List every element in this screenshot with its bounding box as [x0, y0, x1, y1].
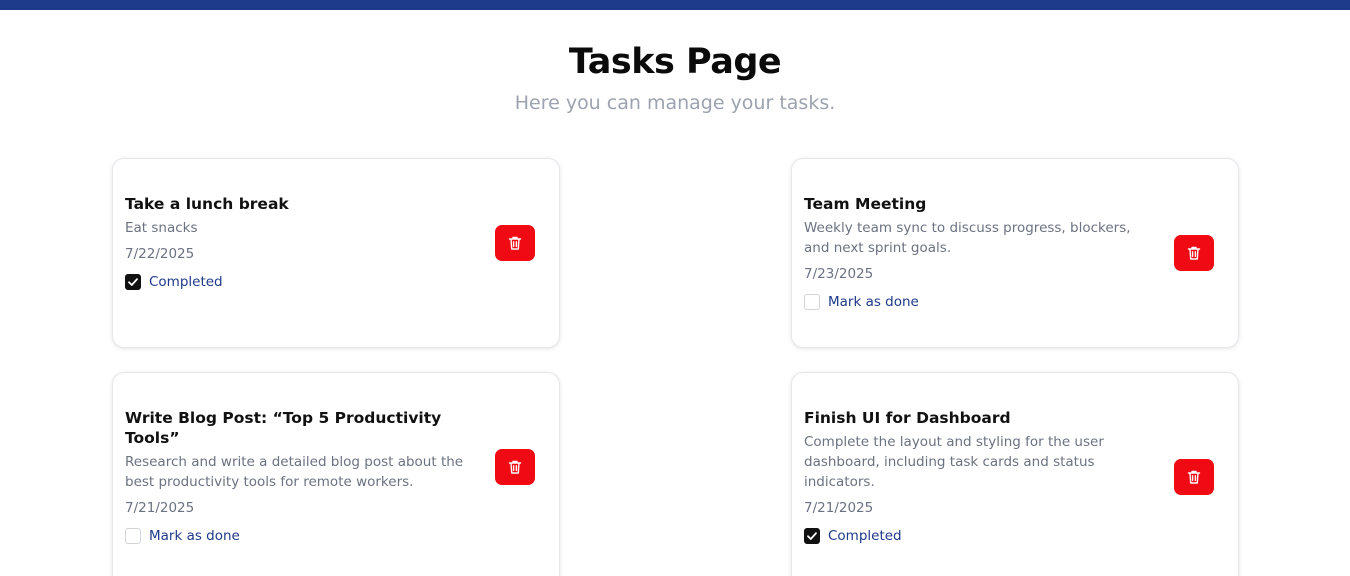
task-date: 7/22/2025	[125, 246, 195, 262]
task-title: Team Meeting	[804, 195, 927, 213]
trash-icon	[1187, 470, 1201, 484]
task-card: Write Blog Post: “Top 5 Productivity Too…	[112, 372, 560, 576]
mark-done-checkbox[interactable]	[804, 294, 820, 310]
completion-toggle[interactable]: Completed	[125, 272, 465, 292]
task-content: Finish UI for Dashboard Complete the lay…	[804, 408, 1144, 546]
task-date: 7/23/2025	[804, 266, 874, 282]
delete-task-button[interactable]	[1174, 235, 1214, 271]
task-title: Write Blog Post: “Top 5 Productivity Too…	[125, 409, 442, 447]
delete-task-button[interactable]	[495, 225, 535, 261]
page-subtitle: Here you can manage your tasks.	[514, 92, 836, 114]
trash-icon	[508, 236, 522, 250]
trash-icon	[508, 460, 522, 474]
task-description: Research and write a detailed blog post …	[125, 454, 464, 490]
delete-task-button[interactable]	[1174, 459, 1214, 495]
status-label[interactable]: Mark as done	[828, 294, 919, 310]
task-description: Eat snacks	[125, 220, 198, 236]
completed-checkbox[interactable]	[125, 274, 141, 290]
completion-toggle[interactable]: Mark as done	[125, 526, 465, 546]
status-label[interactable]: Completed	[149, 274, 223, 290]
task-description: Complete the layout and styling for the …	[804, 434, 1104, 490]
checkmark-icon	[128, 278, 138, 286]
status-label[interactable]: Mark as done	[149, 528, 240, 544]
task-content: Team Meeting Weekly team sync to discuss…	[804, 194, 1144, 312]
page-title: Tasks Page	[568, 42, 782, 82]
top-accent-bar	[0, 0, 1350, 10]
task-content: Write Blog Post: “Top 5 Productivity Too…	[125, 408, 465, 546]
trash-icon	[1187, 246, 1201, 260]
task-content: Take a lunch break Eat snacks 7/22/2025 …	[125, 194, 465, 292]
status-label[interactable]: Completed	[828, 528, 902, 544]
task-title: Take a lunch break	[125, 195, 289, 213]
task-title: Finish UI for Dashboard	[804, 409, 1011, 427]
task-date: 7/21/2025	[125, 500, 195, 516]
task-date: 7/21/2025	[804, 500, 874, 516]
mark-done-checkbox[interactable]	[125, 528, 141, 544]
task-description: Weekly team sync to discuss progress, bl…	[804, 220, 1131, 256]
task-card: Finish UI for Dashboard Complete the lay…	[791, 372, 1239, 576]
delete-task-button[interactable]	[495, 449, 535, 485]
task-card: Take a lunch break Eat snacks 7/22/2025 …	[112, 158, 560, 348]
checkmark-icon	[807, 532, 817, 540]
completion-toggle[interactable]: Mark as done	[804, 292, 1144, 312]
completion-toggle[interactable]: Completed	[804, 526, 1144, 546]
completed-checkbox[interactable]	[804, 528, 820, 544]
task-card: Team Meeting Weekly team sync to discuss…	[791, 158, 1239, 348]
